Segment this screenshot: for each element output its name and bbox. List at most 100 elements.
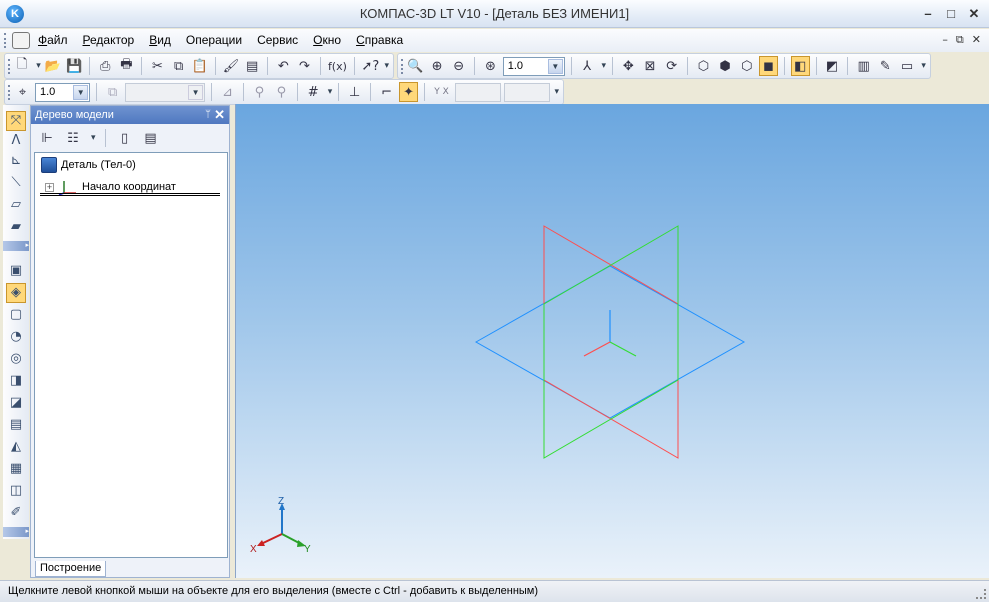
menu-view[interactable]: Вид	[149, 33, 171, 47]
model-viewport[interactable]: Z X Y	[235, 104, 989, 578]
redo-icon[interactable]: ↷	[295, 56, 313, 76]
chamfer-icon[interactable]: ◪	[6, 393, 26, 413]
properties-icon[interactable]: ▤	[243, 56, 261, 76]
menu-service[interactable]: Сервис	[257, 33, 298, 47]
cut-extrude-icon[interactable]: ▢	[6, 305, 26, 325]
tree-item-part[interactable]: Деталь (Тел-0)	[41, 157, 136, 173]
open-folder-icon[interactable]: 📂	[44, 56, 62, 76]
brush-icon[interactable]: 🖌	[222, 56, 240, 76]
chevron-down-icon[interactable]: ▾	[602, 61, 607, 71]
shaded-icon[interactable]: ◼	[759, 56, 778, 76]
panel-expand-icon[interactable]: ▸	[3, 241, 29, 251]
origin-axes[interactable]	[583, 310, 637, 357]
toolbar-options-icon[interactable]: ▾	[384, 61, 389, 71]
expand-icon[interactable]: +	[45, 182, 54, 192]
panel-expand-icon[interactable]: ▸	[3, 527, 29, 537]
tree-view-icon[interactable]: ☷	[63, 128, 83, 148]
plane-icon[interactable]: ▱	[6, 195, 26, 215]
tools-icon[interactable]: ✎	[876, 56, 895, 76]
cut-icon[interactable]: ✂	[148, 56, 166, 76]
orientation-icon[interactable]: ⅄	[578, 56, 597, 76]
shaded-edges-icon[interactable]: ◧	[790, 56, 810, 76]
array-icon[interactable]: ▦	[6, 459, 26, 479]
menu-operations[interactable]: Операции	[186, 33, 242, 47]
undo-icon[interactable]: ↶	[274, 56, 292, 76]
resize-grip-icon[interactable]	[976, 589, 986, 599]
snap-icon[interactable]: ✦	[399, 82, 419, 102]
copy-icon[interactable]: ⧉	[170, 56, 188, 76]
draft-icon[interactable]: ◭	[6, 437, 26, 457]
line-icon[interactable]: ⟍	[6, 173, 26, 193]
new-document-icon[interactable]: 🗋	[13, 56, 31, 76]
layer-icon: ⧉	[108, 84, 118, 100]
cursor-step-icon[interactable]: ⌖	[13, 82, 32, 102]
orientation-normal-icon: ⚲	[276, 84, 287, 100]
tree-list-icon[interactable]: ▤	[141, 128, 161, 148]
coordinate-system-icon[interactable]: ⊥	[345, 82, 364, 102]
menu-file[interactable]: Файл	[38, 33, 68, 47]
menu-window[interactable]: Окно	[313, 33, 341, 47]
orthogonal-icon[interactable]: ⌐	[377, 82, 396, 102]
chevron-down-icon[interactable]: ▼	[73, 84, 89, 100]
minimize-button[interactable]: –	[918, 4, 938, 24]
geometry-icon[interactable]: Ʌ	[6, 131, 26, 151]
axis-x-label: X	[250, 544, 257, 555]
part-editing-icon[interactable]: ◈	[6, 283, 26, 303]
zoom-in-icon[interactable]: ⊕	[428, 56, 447, 76]
close-button[interactable]: ✕	[964, 4, 984, 24]
toolbar-options-icon[interactable]: ▾	[555, 87, 560, 97]
rib-icon[interactable]: ◨	[6, 371, 26, 391]
paste-icon[interactable]: 📋	[191, 56, 209, 76]
hidden-lines-thin-icon[interactable]: ⬡	[737, 56, 756, 76]
menu-help[interactable]: Справка	[356, 33, 403, 47]
zoom-scale-combo[interactable]: 1.0 ▼	[502, 56, 565, 76]
mdi-close-button[interactable]: ✕	[972, 33, 981, 47]
toolbar-options-icon[interactable]: ▾	[921, 61, 926, 71]
model-tree: Деталь (Тел-0) + Начало координат	[34, 152, 228, 558]
show-all-icon[interactable]: ⊠	[641, 56, 660, 76]
select-icon[interactable]: ⤧	[6, 111, 26, 131]
edit-icon[interactable]: ✐	[6, 503, 26, 523]
menu-edit[interactable]: Редактор	[83, 33, 135, 47]
document-menu-icon[interactable]	[12, 32, 30, 49]
extrude-icon[interactable]: ▣	[6, 261, 26, 281]
dimensions-icon[interactable]: ⊾	[6, 151, 26, 171]
hole-icon[interactable]: ◎	[6, 349, 26, 369]
status-bar: Щелкните левой кнопкой мыши на объекте д…	[0, 580, 989, 602]
chevron-down-icon[interactable]: ▾	[36, 61, 41, 71]
window-icon[interactable]: ▭	[898, 56, 917, 76]
fillet-icon[interactable]: ◔	[6, 327, 26, 347]
mdi-restore-button[interactable]: ⧉	[956, 33, 964, 47]
chevron-down-icon[interactable]: ▾	[91, 133, 96, 143]
zoom-scale-icon[interactable]: ⊛	[481, 56, 500, 76]
variables-icon[interactable]: f(x)	[327, 56, 349, 76]
close-icon[interactable]: ✕	[214, 106, 225, 124]
print-preview-icon[interactable]: ⎙	[96, 56, 114, 76]
zoom-window-icon[interactable]: 🔍	[406, 56, 425, 76]
tree-structure-icon[interactable]: ⊩	[37, 128, 57, 148]
pin-icon[interactable]: ᛘ	[205, 106, 211, 124]
rotate-icon[interactable]: ⟳	[662, 56, 681, 76]
wireframe-icon[interactable]: ⬡	[694, 56, 713, 76]
zoom-out-icon[interactable]: ⊖	[449, 56, 468, 76]
chevron-down-icon[interactable]: ▾	[328, 87, 333, 97]
tree-properties-icon[interactable]: ▯	[115, 128, 135, 148]
perspective-icon[interactable]: ◩	[823, 56, 842, 76]
hidden-lines-icon[interactable]: ⬢	[716, 56, 735, 76]
print-icon[interactable]: 🖶	[117, 56, 135, 76]
help-pointer-icon[interactable]: ➚?	[361, 56, 379, 76]
step-combo[interactable]: 1.0 ▼	[34, 82, 91, 102]
grid-icon[interactable]: #	[304, 82, 323, 102]
shell-icon[interactable]: ▤	[6, 415, 26, 435]
mirror-icon[interactable]: ◫	[6, 481, 26, 501]
library-icon[interactable]: ▥	[854, 56, 873, 76]
chevron-down-icon[interactable]: ▼	[547, 58, 563, 74]
mdi-minimize-button[interactable]: –	[942, 33, 948, 47]
axis-z-label: Z	[278, 496, 284, 507]
pan-icon[interactable]: ✥	[619, 56, 638, 76]
save-icon[interactable]: 💾	[65, 56, 83, 76]
surface-icon[interactable]: ▰	[6, 217, 26, 237]
layer-combo: ▼	[125, 82, 206, 102]
tab-construction[interactable]: Построение	[35, 561, 107, 577]
maximize-button[interactable]: □	[941, 4, 961, 24]
